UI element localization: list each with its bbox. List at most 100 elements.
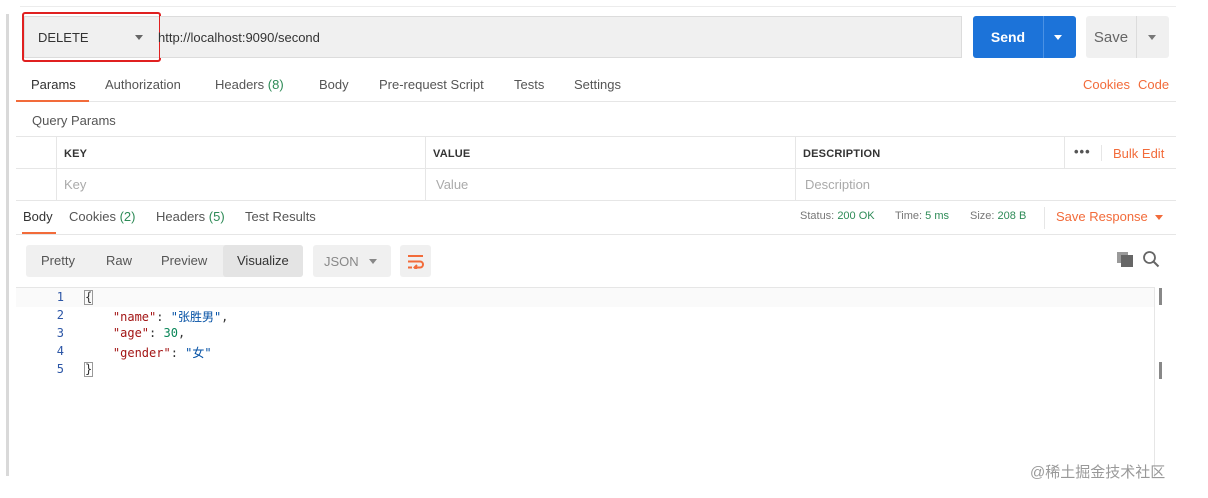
tab-body[interactable]: Body — [319, 77, 349, 92]
tab-settings[interactable]: Settings — [574, 77, 621, 92]
response-bar: Body Cookies (2) Headers (5) Test Result… — [16, 201, 1176, 235]
left-edge-bar — [6, 14, 9, 476]
params-table: KEY VALUE DESCRIPTION ••• Bulk Edit Key … — [16, 136, 1176, 201]
line-number: 1 — [56, 290, 64, 304]
scroll-marker — [1159, 288, 1162, 305]
column-divider — [795, 137, 796, 201]
tab-tests[interactable]: Tests — [514, 77, 544, 92]
status-label: Status: — [800, 210, 835, 222]
line-number: 5 — [56, 362, 64, 376]
line-number: 3 — [56, 326, 64, 340]
active-tab-indicator — [16, 100, 89, 102]
json-string: "张胜男" — [170, 310, 222, 324]
line-number: 2 — [56, 308, 64, 322]
key-input[interactable]: Key — [64, 177, 86, 192]
size-value: 208 B — [997, 210, 1027, 222]
response-tab-body[interactable]: Body — [23, 209, 53, 224]
wrap-icon — [408, 254, 424, 269]
time-label: Time: — [895, 210, 923, 222]
size-label: Size: — [970, 210, 995, 222]
save-divider — [1136, 16, 1137, 58]
code-link[interactable]: Code — [1138, 77, 1169, 92]
params-header-row: KEY VALUE DESCRIPTION ••• Bulk Edit — [16, 137, 1176, 169]
open-brace: { — [84, 290, 94, 305]
response-cookies-label: Cookies — [69, 209, 116, 224]
code-text: } — [84, 362, 94, 377]
preview-button[interactable]: Preview — [161, 253, 207, 268]
request-tabs: Params Authorization Headers (8) Body Pr… — [16, 68, 1176, 102]
params-empty-row: Key Value Description — [16, 169, 1176, 201]
code-line: 3 "age": 30, — [16, 324, 1154, 343]
save-options-chevron-icon[interactable] — [1148, 34, 1156, 40]
pretty-button[interactable]: Pretty — [41, 253, 75, 268]
code-text: { — [84, 290, 94, 305]
watermark: @稀土掘金技术社区 — [1030, 464, 1166, 481]
column-divider — [56, 137, 57, 201]
column-key: KEY — [64, 148, 88, 160]
code-line: 2 "name": "张胜男", — [16, 306, 1154, 325]
column-divider — [425, 137, 426, 201]
url-input[interactable]: http://localhost:9090/second — [158, 16, 962, 58]
code-line: 1 { — [16, 288, 1154, 307]
response-headers-label: Headers — [156, 209, 206, 224]
time-readout: Time: 5 ms — [895, 210, 949, 222]
status-value: 200 OK — [837, 210, 875, 222]
response-cookies-count: (2) — [119, 209, 136, 224]
cookies-link[interactable]: Cookies — [1083, 77, 1130, 92]
method-select[interactable]: DELETE — [24, 16, 160, 58]
size-readout: Size: 208 B — [970, 210, 1026, 222]
save-label: Save — [1093, 28, 1129, 46]
method-label: DELETE — [38, 29, 89, 45]
column-divider — [1064, 137, 1065, 169]
save-button[interactable]: Save — [1086, 16, 1169, 58]
code-text: "gender": "女" — [112, 346, 212, 360]
top-divider — [20, 6, 1176, 7]
send-button[interactable]: Send — [973, 16, 1076, 58]
wrap-lines-button[interactable] — [400, 245, 431, 277]
column-divider — [1101, 145, 1102, 161]
response-tab-headers[interactable]: Headers (5) — [156, 209, 225, 224]
bulk-edit-link[interactable]: Bulk Edit — [1113, 146, 1164, 161]
line-number: 4 — [56, 344, 64, 358]
chevron-down-icon — [135, 35, 143, 40]
column-description: DESCRIPTION — [803, 148, 881, 160]
response-body-editor[interactable]: 1 { 2 "name": "张胜男", 3 "age": 30, 4 "gen… — [16, 287, 1162, 477]
value-input[interactable]: Value — [436, 177, 468, 192]
raw-button[interactable]: Raw — [106, 253, 132, 268]
code-text: "age": 30, — [112, 326, 186, 340]
format-label: JSON — [324, 253, 359, 269]
meta-divider — [1044, 207, 1045, 229]
status-readout: Status: 200 OK — [800, 210, 875, 222]
tab-params[interactable]: Params — [31, 77, 76, 92]
format-select[interactable]: JSON — [313, 245, 391, 277]
save-response-button[interactable]: Save Response — [1056, 209, 1163, 224]
tab-headers-count: (8) — [267, 77, 284, 92]
save-response-label: Save Response — [1056, 209, 1148, 224]
code-line: 5 } — [16, 360, 1154, 379]
send-options-chevron-icon[interactable] — [1054, 34, 1062, 40]
response-tab-cookies[interactable]: Cookies (2) — [69, 209, 135, 224]
chevron-down-icon — [369, 259, 377, 264]
description-input[interactable]: Description — [805, 177, 870, 192]
tab-prerequest-script[interactable]: Pre-request Script — [379, 77, 484, 92]
tab-authorization[interactable]: Authorization — [105, 77, 181, 92]
copy-icon[interactable] — [1116, 251, 1134, 267]
response-headers-count: (5) — [208, 209, 225, 224]
query-params-title: Query Params — [32, 113, 116, 128]
view-mode-group: Pretty Raw Preview Visualize — [26, 245, 303, 277]
column-value: VALUE — [433, 148, 471, 160]
send-label: Send — [990, 29, 1026, 45]
json-string: "女" — [185, 346, 212, 360]
visualize-button[interactable]: Visualize — [237, 253, 289, 268]
scroll-marker — [1159, 362, 1162, 379]
chevron-down-icon — [1154, 215, 1163, 221]
search-icon[interactable] — [1142, 250, 1160, 268]
json-key: "age" — [112, 326, 150, 340]
code-line: 4 "gender": "女" — [16, 342, 1154, 361]
request-bar: DELETE http://localhost:9090/second Send… — [16, 12, 1176, 62]
tab-headers[interactable]: Headers (8) — [215, 77, 284, 92]
response-tab-test-results[interactable]: Test Results — [245, 209, 316, 224]
more-options-icon[interactable]: ••• — [1074, 144, 1091, 159]
json-key: "name" — [112, 310, 157, 324]
time-value: 5 ms — [925, 210, 949, 222]
